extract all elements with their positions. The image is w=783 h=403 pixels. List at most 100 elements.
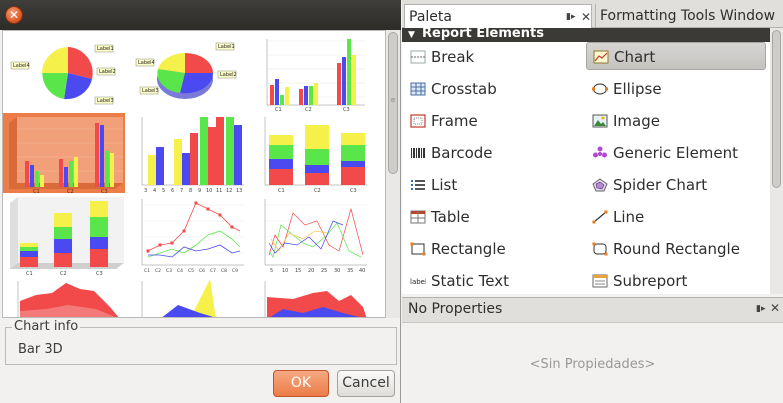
thumb-label: C9 bbox=[232, 268, 238, 274]
palette-scroll-thumb[interactable] bbox=[772, 30, 781, 188]
chart-info-legend: Chart info bbox=[12, 319, 81, 334]
palette-item-break[interactable]: Break bbox=[404, 43, 584, 71]
thumb-label: C2 bbox=[60, 271, 67, 277]
palette-item-spider-chart[interactable]: Spider Chart bbox=[586, 171, 766, 199]
palette-item-generic-element[interactable]: Generic Element bbox=[586, 139, 766, 167]
thumb-label: 4 bbox=[153, 188, 156, 194]
chart-info-group: Chart info Bar 3D bbox=[5, 319, 397, 365]
palette-item-label: Table bbox=[431, 208, 470, 226]
properties-minimize-icon[interactable]: ▮▸ bbox=[756, 304, 765, 314]
thumb-xy-line-chart[interactable]: 5 10 15 20 25 30 35 40 bbox=[253, 195, 371, 275]
thumb-label: C1 bbox=[275, 107, 282, 113]
thumb-label: 40 bbox=[359, 268, 365, 274]
generic-element-icon bbox=[593, 146, 607, 158]
thumb-xy-bar-chart[interactable]: 3 4 5 6 7 8 9 10 11 12 13 bbox=[130, 113, 248, 194]
ok-button[interactable]: OK bbox=[273, 370, 329, 397]
thumb-stacked-bar-3d-chart[interactable]: C1 C2 C3 bbox=[6, 195, 124, 277]
crosstab-icon bbox=[410, 82, 426, 96]
palette-item-label: Static Text bbox=[431, 272, 509, 290]
thumb-label: Label3 bbox=[142, 88, 159, 94]
palette-item-label: Subreport bbox=[613, 272, 688, 290]
thumb-label: C2 bbox=[67, 189, 74, 193]
thumb-stacked-area-chart[interactable] bbox=[130, 279, 248, 317]
break-icon bbox=[410, 50, 426, 64]
thumb-label: 8 bbox=[189, 188, 192, 194]
thumb-label: C8 bbox=[221, 268, 227, 274]
rectangle-icon bbox=[410, 242, 426, 256]
thumb-label: 10 bbox=[282, 268, 288, 274]
palette-item-line[interactable]: Line bbox=[586, 203, 766, 231]
palette-panel: ▼ Report Elements Break Crosstab Frame B… bbox=[402, 28, 770, 294]
palette-scrollbar[interactable] bbox=[770, 28, 783, 294]
palette-item-round-rectangle[interactable]: Round Rectangle bbox=[586, 235, 766, 263]
close-icon[interactable]: ✕ bbox=[5, 6, 23, 24]
palette-item-crosstab[interactable]: Crosstab bbox=[404, 75, 584, 103]
tab-formatting-tools[interactable]: Formatting Tools Window bbox=[595, 4, 783, 28]
tab-minimize-icon[interactable]: ▮▸ bbox=[566, 5, 575, 29]
thumb-xy-area-chart[interactable] bbox=[253, 279, 371, 317]
palette-item-label: Round Rectangle bbox=[613, 240, 740, 258]
thumb-label: 25 bbox=[321, 268, 327, 274]
thumb-stacked-bar-chart[interactable]: C1 C2 C3 bbox=[253, 115, 371, 195]
palette-item-label: Line bbox=[613, 208, 645, 226]
tab-paleta[interactable]: Paleta ▮▸ ✕ bbox=[404, 4, 592, 28]
thumb-pie-chart[interactable]: Label1 Label2 Label3 Label4 bbox=[6, 35, 124, 115]
thumb-label: C3 bbox=[96, 271, 103, 277]
thumb-label: 6 bbox=[171, 188, 174, 194]
palette-item-frame[interactable]: Frame bbox=[404, 107, 584, 135]
properties-close-icon[interactable]: ✕ bbox=[770, 301, 780, 315]
spider-chart-icon bbox=[592, 178, 608, 192]
thumb-label: 5 bbox=[162, 188, 165, 194]
category-label: Report Elements bbox=[422, 28, 544, 41]
thumb-area-chart[interactable] bbox=[6, 279, 124, 317]
cancel-button[interactable]: Cancel bbox=[337, 370, 395, 397]
thumb-label: Label3 bbox=[97, 98, 114, 104]
thumb-label: 15 bbox=[295, 268, 301, 274]
palette-item-barcode[interactable]: Barcode bbox=[404, 139, 584, 167]
thumb-label: Label2 bbox=[220, 72, 237, 78]
palette-item-list[interactable]: List bbox=[404, 171, 584, 199]
thumb-bar-chart[interactable]: C1 C2 C3 bbox=[253, 33, 371, 113]
palette-item-label: Rectangle bbox=[431, 240, 506, 258]
gallery-scroll-thumb[interactable]: ≡ bbox=[388, 32, 398, 174]
thumb-label: 30 bbox=[334, 268, 340, 274]
palette-item-rectangle[interactable]: Rectangle bbox=[404, 235, 584, 263]
tab-close-icon[interactable]: ✕ bbox=[581, 5, 591, 29]
thumb-label: 20 bbox=[308, 268, 314, 274]
thumb-label: C3 bbox=[166, 268, 172, 274]
thumb-label: C5 bbox=[188, 268, 194, 274]
palette-item-subreport[interactable]: Subreport bbox=[586, 267, 766, 295]
thumb-label: C2 bbox=[155, 268, 161, 274]
chart-type-gallery: Label1 Label2 Label3 Label4 Label1 Label… bbox=[2, 30, 386, 318]
palette-item-label: Generic Element bbox=[613, 144, 739, 162]
palette-item-static-text[interactable]: label Static Text bbox=[404, 267, 584, 295]
gallery-scrollbar[interactable]: ≡ bbox=[386, 30, 400, 318]
thumb-label: Label2 bbox=[99, 69, 116, 75]
thumb-bar-3d-chart[interactable]: C1 C2 C3 bbox=[3, 113, 125, 193]
thumb-pie-3d-chart[interactable]: Label1 Label2 Label3 Label4 bbox=[130, 35, 248, 115]
dialog-titlebar: ✕ bbox=[0, 0, 401, 30]
tab-formatting-label: Formatting Tools Window bbox=[600, 8, 776, 24]
palette-item-label: Image bbox=[613, 112, 660, 130]
palette-item-image[interactable]: Image bbox=[586, 107, 766, 135]
chart-wizard-dialog: ✕ Label1 Label2 Label3 Label4 Label1 Lab… bbox=[0, 0, 401, 403]
palette-item-chart[interactable]: Chart bbox=[586, 42, 766, 70]
palette-item-label: Frame bbox=[431, 112, 478, 130]
palette-item-label: Spider Chart bbox=[613, 176, 708, 194]
collapse-arrow-icon: ▼ bbox=[408, 30, 415, 40]
category-header[interactable]: ▼ Report Elements bbox=[402, 28, 770, 42]
frame-icon bbox=[410, 114, 426, 128]
list-icon bbox=[411, 180, 425, 190]
thumb-label: 12 bbox=[226, 188, 232, 194]
palette-item-table[interactable]: Table bbox=[404, 203, 584, 231]
palette-tab-bar: Paleta ▮▸ ✕ Formatting Tools Window bbox=[402, 0, 783, 28]
palette-item-label: Barcode bbox=[431, 144, 493, 162]
thumb-label: 35 bbox=[347, 268, 353, 274]
thumb-label: C1 bbox=[278, 188, 285, 194]
image-icon bbox=[592, 114, 608, 128]
thumb-label: C6 bbox=[199, 268, 205, 274]
chart-info-value: Bar 3D bbox=[18, 342, 63, 357]
thumb-line-chart[interactable]: C1 C2 C3 C4 C5 C6 C7 C8 C9 bbox=[130, 195, 248, 275]
palette-item-ellipse[interactable]: Ellipse bbox=[586, 75, 766, 103]
thumb-label: C3 bbox=[101, 189, 108, 193]
